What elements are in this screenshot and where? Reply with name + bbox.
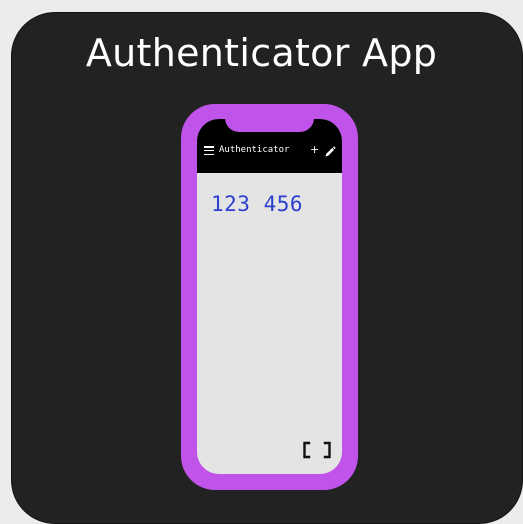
add-button[interactable]: + (310, 143, 319, 157)
phone-notch (225, 119, 314, 132)
scan-brackets-icon[interactable] (300, 440, 334, 460)
hamburger-menu-icon[interactable] (204, 146, 214, 156)
card-title: Authenticator App (85, 31, 438, 75)
page: Authenticator App Authenticator + 123 45… (0, 0, 523, 524)
phone-screen: Authenticator + 123 456 (197, 119, 342, 474)
otp-code: 123 456 (211, 192, 304, 216)
pencil-icon[interactable] (324, 146, 336, 158)
phone-frame: Authenticator + 123 456 (181, 104, 358, 490)
app-title: Authenticator (219, 145, 290, 155)
